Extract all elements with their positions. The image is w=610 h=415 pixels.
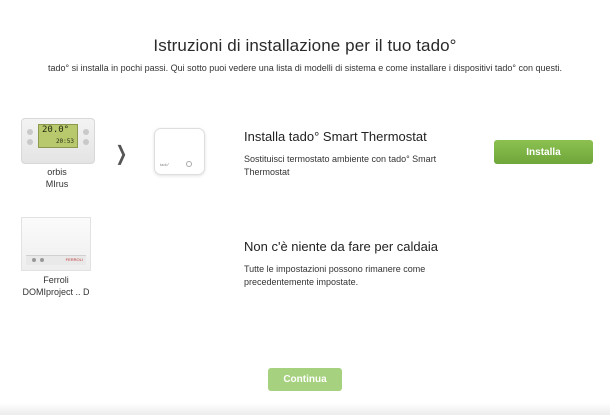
chevron-right-icon: ❯ <box>115 143 128 165</box>
tado-smart-thermostat-image: tado° <box>154 128 205 175</box>
footer-strip <box>0 403 610 415</box>
thermostat-temperature: 20.0° <box>42 125 70 135</box>
boiler-brand: Ferroli <box>43 275 69 285</box>
boiler-info: Ferroli DOMIproject .. D <box>11 274 101 298</box>
thermostat-button-icon <box>83 139 89 145</box>
step-boiler-description-line2: precedentemente impostate. <box>244 277 359 287</box>
boiler-model: DOMIproject .. D <box>22 287 90 297</box>
boiler-image: FERROLI <box>21 217 91 271</box>
step-thermostat-description-line1: Sostituisci termostato ambiente con tado… <box>244 154 437 164</box>
tado-logo: tado° <box>160 162 170 167</box>
page-title: Istruzioni di installazione per il tuo t… <box>153 36 457 55</box>
thermostat-button-icon <box>27 139 33 145</box>
step-boiler-title: Non c'è niente da fare per caldaia <box>244 239 438 254</box>
continue-button[interactable]: Continua <box>268 368 342 391</box>
thermostat-time: 20:53 <box>55 138 74 145</box>
step-boiler-description: Tutte le impostazioni possono rimanere c… <box>244 263 425 289</box>
thermostat-display: 20.0° 20:53 <box>38 124 78 148</box>
tado-device-dot-icon <box>186 161 192 167</box>
thermostat-info: orbis MIrus <box>21 166 93 190</box>
step-boiler-description-line1: Tutte le impostazioni possono rimanere c… <box>244 264 426 274</box>
install-button[interactable]: Installa <box>494 140 593 164</box>
step-thermostat-description-line2: Thermostat <box>244 167 290 177</box>
boiler-knob-icon <box>40 258 44 262</box>
thermostat-button-icon <box>27 129 33 135</box>
boiler-control-panel: FERROLI <box>26 255 86 265</box>
thermostat-image: 20.0° 20:53 <box>21 118 95 164</box>
step-thermostat-description: Sostituisci termostato ambiente con tado… <box>244 153 436 179</box>
thermostat-model: MIrus <box>45 179 69 189</box>
boiler-knob-icon <box>32 258 36 262</box>
thermostat-brand: orbis <box>47 167 67 177</box>
step-thermostat-title: Installa tado° Smart Thermostat <box>244 129 427 144</box>
boiler-brand-logo: FERROLI <box>65 257 83 262</box>
thermostat-button-icon <box>83 129 89 135</box>
page-subtitle: tado° si installa in pochi passi. Qui so… <box>48 63 562 73</box>
